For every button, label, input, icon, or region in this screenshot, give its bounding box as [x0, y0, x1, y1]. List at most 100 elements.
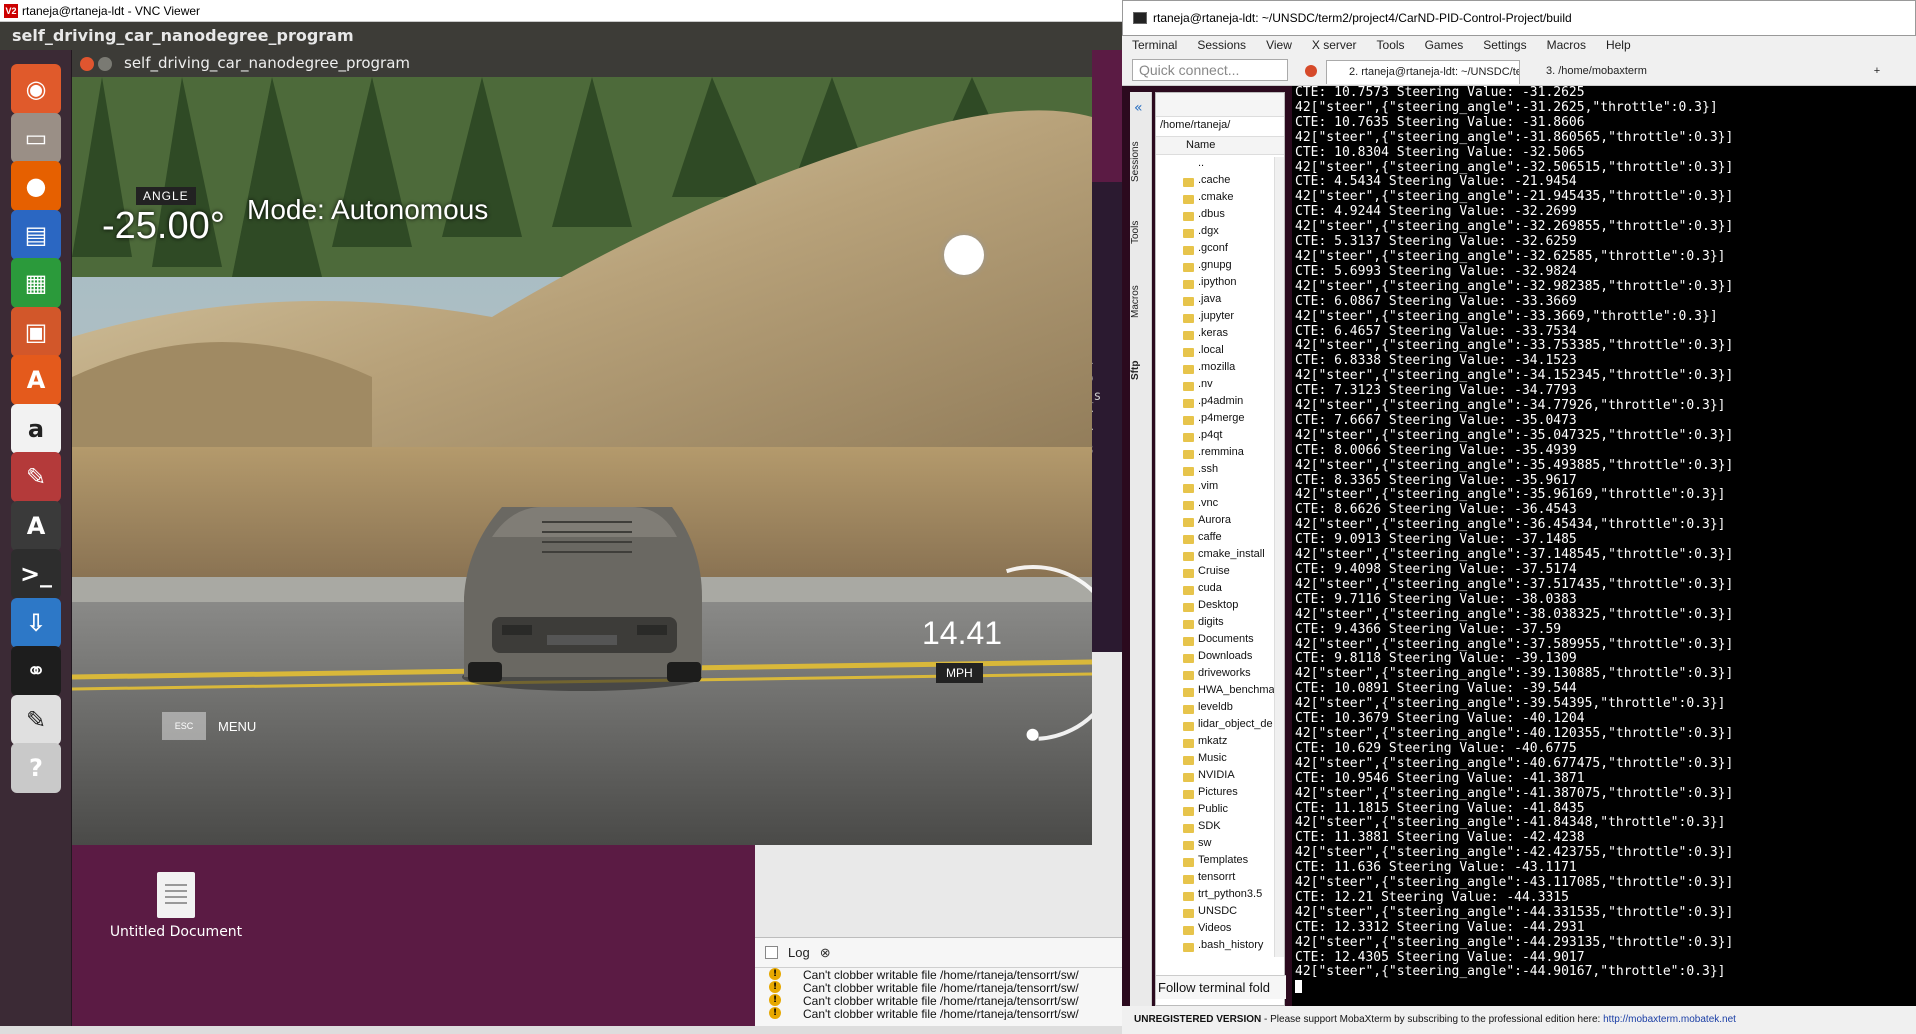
file-item[interactable]: .gnupg: [1156, 259, 1274, 276]
file-item[interactable]: .vim: [1156, 480, 1274, 497]
sftp-toolbar[interactable]: [1156, 93, 1284, 117]
home-tab[interactable]: [1300, 60, 1322, 84]
file-item[interactable]: .ipython: [1156, 276, 1274, 293]
ubuntu-dash-icon[interactable]: ◉: [11, 64, 61, 114]
menu-item-settings[interactable]: Settings: [1473, 36, 1536, 56]
file-item[interactable]: Videos: [1156, 922, 1274, 939]
file-item[interactable]: .gconf: [1156, 242, 1274, 259]
file-item[interactable]: .remmina: [1156, 446, 1274, 463]
file-item[interactable]: caffe: [1156, 531, 1274, 548]
file-item[interactable]: cmake_install: [1156, 548, 1274, 565]
remote-desktop-icon[interactable]: ⇩: [11, 597, 61, 648]
sftp-path[interactable]: /home/rtaneja/: [1156, 117, 1284, 137]
quick-connect-input[interactable]: Quick connect...: [1132, 59, 1288, 81]
calc-icon[interactable]: ▦: [11, 258, 61, 308]
file-item[interactable]: .p4merge: [1156, 412, 1274, 429]
menu-button[interactable]: MENU: [218, 719, 256, 734]
file-item[interactable]: .jupyter: [1156, 310, 1274, 327]
file-item[interactable]: .p4admin: [1156, 395, 1274, 412]
file-list-scrollbar[interactable]: [1274, 157, 1284, 957]
name-column-header[interactable]: Name: [1156, 137, 1284, 155]
tab-ssh-session[interactable]: 2. rtaneja@rtaneja-ldt: ~/UNSDC/te: [1326, 60, 1520, 84]
desktop-file-untitled[interactable]: Untitled Document: [106, 872, 246, 940]
side-tab-tools[interactable]: Tools: [1130, 212, 1152, 252]
software-center-icon[interactable]: A: [11, 355, 61, 405]
impress-icon[interactable]: ▣: [11, 306, 61, 357]
menu-item-tools[interactable]: Tools: [1367, 36, 1415, 56]
file-item[interactable]: .dbus: [1156, 208, 1274, 225]
terminal-icon[interactable]: >_: [11, 549, 61, 599]
file-item[interactable]: .keras: [1156, 327, 1274, 344]
menu-item-sessions[interactable]: Sessions: [1187, 36, 1256, 56]
file-item[interactable]: lidar_object_de: [1156, 718, 1274, 735]
simulator-titlebar[interactable]: self_driving_car_nanodegree_program: [72, 50, 1092, 77]
side-tab-sessions[interactable]: Sessions: [1130, 132, 1152, 192]
help-icon[interactable]: ?: [11, 743, 61, 793]
file-item[interactable]: NVIDIA: [1156, 769, 1274, 786]
collapse-icon[interactable]: «: [1134, 100, 1143, 116]
log-tab[interactable]: Log ⊗: [755, 938, 1122, 968]
side-tab-macros[interactable]: Macros: [1130, 277, 1152, 327]
file-item[interactable]: mkatz: [1156, 735, 1274, 752]
close-window-icon[interactable]: [80, 57, 94, 71]
file-item[interactable]: Downloads: [1156, 650, 1274, 667]
new-tab-button[interactable]: +: [1862, 60, 1892, 84]
esc-key-button[interactable]: ESC: [162, 712, 206, 740]
file-item[interactable]: Music: [1156, 752, 1274, 769]
file-item[interactable]: .vnc: [1156, 497, 1274, 514]
file-item[interactable]: Aurora: [1156, 514, 1274, 531]
file-item[interactable]: UNSDC: [1156, 905, 1274, 922]
mobaxterm-titlebar[interactable]: rtaneja@rtaneja-ldt: ~/UNSDC/term2/proje…: [1122, 0, 1916, 36]
vnc-remote-desktop[interactable]: self_driving_car_nanodegree_program ◉ ▭ ● ▤…: [0, 22, 1122, 1034]
file-item[interactable]: Desktop: [1156, 599, 1274, 616]
file-item[interactable]: Pictures: [1156, 786, 1274, 803]
menu-item-x-server[interactable]: X server: [1302, 36, 1367, 56]
disk-icon[interactable]: ⚭: [11, 646, 61, 696]
file-item[interactable]: cuda: [1156, 582, 1274, 599]
menu-item-games[interactable]: Games: [1415, 36, 1474, 56]
file-item[interactable]: .p4qt: [1156, 429, 1274, 446]
amazon-icon[interactable]: a: [11, 403, 61, 454]
file-item[interactable]: digits: [1156, 616, 1274, 633]
file-item[interactable]: .cmake: [1156, 191, 1274, 208]
file-item[interactable]: Cruise: [1156, 565, 1274, 582]
file-item[interactable]: Public: [1156, 803, 1274, 820]
file-item[interactable]: Templates: [1156, 854, 1274, 871]
firefox-icon[interactable]: ●: [11, 161, 61, 211]
mobaxterm-link[interactable]: http://mobaxterm.mobatek.net: [1603, 1014, 1736, 1025]
software-updater-icon[interactable]: A: [11, 500, 61, 551]
file-item[interactable]: sw: [1156, 837, 1274, 854]
menu-item-help[interactable]: Help: [1596, 36, 1641, 56]
file-item[interactable]: .java: [1156, 293, 1274, 310]
minimize-window-icon[interactable]: [98, 57, 112, 71]
menu-item-view[interactable]: View: [1256, 36, 1302, 56]
file-item[interactable]: .dgx: [1156, 225, 1274, 242]
menu-item-terminal[interactable]: Terminal: [1122, 36, 1187, 56]
file-item[interactable]: .local: [1156, 344, 1274, 361]
log-checkbox[interactable]: [765, 946, 778, 959]
follow-terminal-folder-checkbox[interactable]: Follow terminal fold: [1156, 975, 1286, 999]
close-icon[interactable]: ⊗: [820, 945, 831, 961]
text-editor-icon[interactable]: ✎: [11, 694, 61, 745]
file-item[interactable]: Documents: [1156, 633, 1274, 650]
simulator-viewport[interactable]: ANGLE -25.00° Mode: Autonomous 14.41 MPH…: [72, 77, 1092, 845]
side-tab-sftp[interactable]: Sftp: [1130, 350, 1152, 390]
file-item[interactable]: leveldb: [1156, 701, 1274, 718]
file-item[interactable]: driveworks: [1156, 667, 1274, 684]
terminal-output[interactable]: CTE: 10.7573 Steering Value: -31.2625 42[…: [1292, 86, 1916, 1006]
file-item[interactable]: .mozilla: [1156, 361, 1274, 378]
writer-icon[interactable]: ▤: [11, 209, 61, 260]
file-item[interactable]: SDK: [1156, 820, 1274, 837]
vnc-titlebar[interactable]: V2 rtaneja@rtaneja-ldt - VNC Viewer: [0, 0, 1122, 22]
file-item[interactable]: .ssh: [1156, 463, 1274, 480]
file-item[interactable]: .nv: [1156, 378, 1274, 395]
vnc-horizontal-scrollbar[interactable]: [0, 1026, 1122, 1034]
menu-item-macros[interactable]: Macros: [1537, 36, 1596, 56]
file-item[interactable]: tensorrt: [1156, 871, 1274, 888]
file-item[interactable]: HWA_benchma: [1156, 684, 1274, 701]
tab-local-terminal[interactable]: 3. /home/mobaxterm: [1524, 60, 1724, 84]
system-settings-icon[interactable]: ✎: [11, 452, 61, 502]
files-icon[interactable]: ▭: [11, 112, 61, 163]
file-item[interactable]: trt_python3.5: [1156, 888, 1274, 905]
file-item[interactable]: .bash_history: [1156, 939, 1274, 956]
